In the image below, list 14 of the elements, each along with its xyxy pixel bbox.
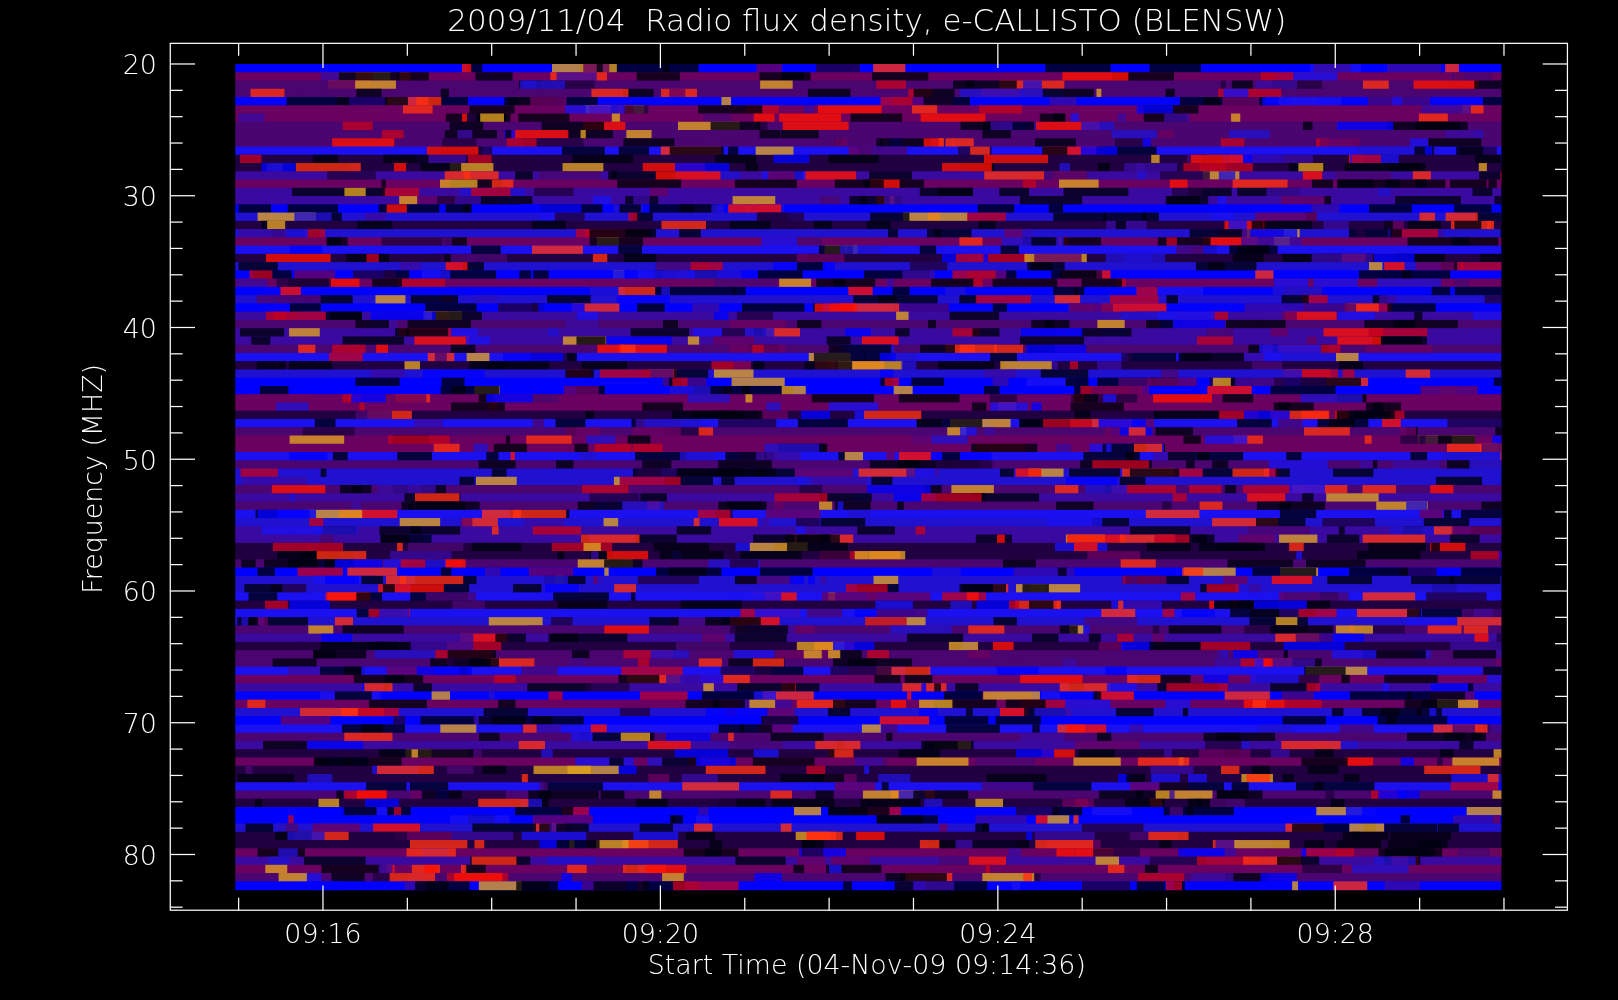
y-tick-label: 70 [122,708,157,740]
x-tick-label: 09:24 [959,918,1037,950]
chart-title: 2009/11/04 Radio flux density, e-CALLISTO (BLENSW) [447,1,1287,38]
y-tick-label: 60 [122,576,157,608]
y-tick-label: 80 [122,839,157,871]
x-axis-label: Start Time (04-Nov-09 09:14:36) [647,949,1086,981]
x-tick-label: 09:20 [621,918,700,950]
y-tick-label: 40 [122,312,157,344]
y-tick-label: 20 [122,49,157,81]
x-tick-label: 09:28 [1296,918,1374,950]
y-tick-label: 50 [122,444,157,476]
y-axis-label: Frequency (MHZ) [77,363,109,594]
y-tick-label: 30 [122,181,157,213]
x-tick-label: 09:16 [284,918,362,950]
